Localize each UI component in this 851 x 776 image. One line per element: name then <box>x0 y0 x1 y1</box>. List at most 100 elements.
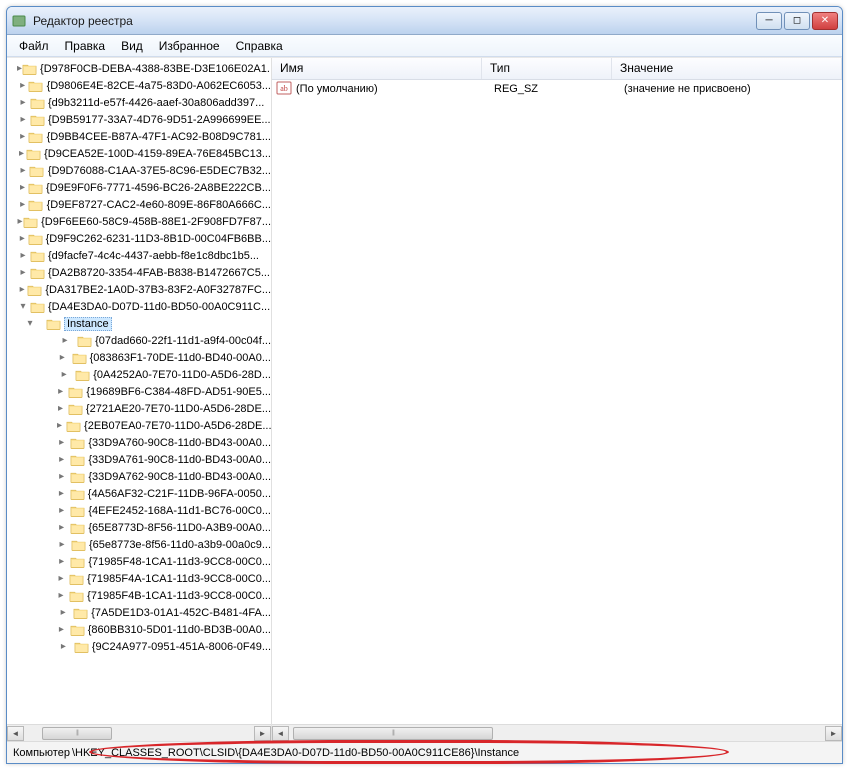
expand-icon[interactable]: ▸ <box>57 454 70 465</box>
col-name[interactable]: Имя <box>272 58 482 79</box>
tree-item[interactable]: ▸{860BB310-5D01-11d0-BD3B-00A0... <box>7 621 271 638</box>
close-button[interactable]: ✕ <box>812 12 838 30</box>
tree-item[interactable]: ▸{D9B59177-33A7-4D76-9D51-2A996699EE... <box>7 111 271 128</box>
tree-body[interactable]: ▸{D978F0CB-DEBA-4388-83BE-D3E106E02A1...… <box>7 58 271 724</box>
tree-item[interactable]: ▸{D9CEA52E-100D-4159-89EA-76E845BC13... <box>7 145 271 162</box>
expand-icon[interactable]: ▸ <box>57 403 68 414</box>
scroll-left-button[interactable]: ◄ <box>7 726 24 741</box>
minimize-button[interactable]: ─ <box>756 12 782 30</box>
scroll-thumb[interactable] <box>42 727 112 740</box>
tree-item[interactable]: ▸{65E8773D-8F56-11D0-A3B9-00A0... <box>7 519 271 536</box>
menu-help[interactable]: Справка <box>228 37 291 55</box>
tree-item[interactable]: ▸{4EFE2452-168A-11d1-BC76-00C0... <box>7 502 271 519</box>
expand-icon[interactable]: ▸ <box>57 539 71 550</box>
tree-item[interactable]: ▸{33D9A762-90C8-11d0-BD43-00A0... <box>7 468 271 485</box>
scroll-track[interactable] <box>289 726 825 741</box>
tree-item[interactable]: ▸ {07dad660-22f1-11d1-a9f4-00c04f... <box>7 332 271 349</box>
tree-item[interactable]: ▸{0A4252A0-7E70-11D0-A5D6-28D... <box>7 366 271 383</box>
expand-icon[interactable]: ▸ <box>17 148 26 159</box>
folder-icon <box>75 368 90 382</box>
scroll-right-button[interactable]: ► <box>254 726 271 741</box>
expand-icon[interactable]: ▸ <box>17 114 29 125</box>
folder-icon <box>29 113 45 127</box>
tree-item[interactable]: ▸{d9b3211d-e57f-4426-aaef-30a806add397..… <box>7 94 271 111</box>
expand-icon[interactable]: ▸ <box>17 80 28 91</box>
titlebar[interactable]: Редактор реестра ─ ◻ ✕ <box>7 7 842 35</box>
expand-icon[interactable]: ▸ <box>57 522 70 533</box>
menu-favorites[interactable]: Избранное <box>151 37 228 55</box>
expand-icon[interactable]: ▸ <box>57 641 74 652</box>
expand-icon[interactable]: ▾ <box>17 301 29 312</box>
expand-icon[interactable]: ▸ <box>57 556 70 567</box>
scroll-thumb[interactable] <box>293 727 493 740</box>
tree-item[interactable]: ▸{33D9A760-90C8-11d0-BD43-00A0... <box>7 434 271 451</box>
tree-item[interactable]: ▸{D9EF8727-CAC2-4e60-809E-86F80A666C... <box>7 196 271 213</box>
expand-icon[interactable]: ▸ <box>57 471 70 482</box>
expand-icon[interactable]: ▸ <box>57 386 68 397</box>
tree-item[interactable]: ▸{33D9A761-90C8-11d0-BD43-00A0... <box>7 451 271 468</box>
expand-icon[interactable]: ▸ <box>57 437 70 448</box>
scroll-right-button[interactable]: ► <box>825 726 842 741</box>
tree-item[interactable]: ▸{D9806E4E-82CE-4a75-83D0-A062EC6053... <box>7 77 271 94</box>
values-body[interactable]: ab(По умолчанию)REG_SZ(значение не присв… <box>272 80 842 724</box>
tree-item[interactable]: ▸{D9BB4CEE-B87A-47F1-AC92-B08D9C781... <box>7 128 271 145</box>
tree-item[interactable]: ▸{D978F0CB-DEBA-4388-83BE-D3E106E02A1... <box>7 60 271 77</box>
tree-item[interactable]: ▸{D9D76088-C1AA-37E5-8C96-E5DEC7B32... <box>7 162 271 179</box>
tree-item-selected[interactable]: ▾Instance <box>7 315 271 332</box>
tree-hscroll[interactable]: ◄ ► <box>7 724 271 741</box>
tree-item[interactable]: ▸{71985F4B-1CA1-11d3-9CC8-00C0... <box>7 587 271 604</box>
expand-icon[interactable]: ▸ <box>57 369 75 380</box>
menu-file[interactable]: Файл <box>11 37 57 55</box>
expand-icon[interactable]: ▸ <box>57 352 72 363</box>
tree-item[interactable]: ▸{19689BF6-C384-48FD-AD51-90E5... <box>7 383 271 400</box>
folder-icon <box>70 555 85 569</box>
expand-icon[interactable]: ▾ <box>19 318 45 329</box>
expand-icon[interactable]: ▸ <box>17 233 28 244</box>
folder-icon <box>29 249 45 263</box>
expand-icon[interactable]: ▸ <box>17 182 28 193</box>
tree-item[interactable]: ▸{2721AE20-7E70-11D0-A5D6-28DE... <box>7 400 271 417</box>
expand-icon[interactable]: ▸ <box>57 607 73 618</box>
tree-item-label: {083863F1-70DE-11d0-BD40-00A0... <box>90 352 271 364</box>
tree-item[interactable]: ▸{D9F9C262-6231-11D3-8B1D-00C04FB6BB... <box>7 230 271 247</box>
expand-icon[interactable]: ▸ <box>57 505 70 516</box>
expand-icon[interactable]: ▸ <box>17 97 29 108</box>
tree-item[interactable]: ▸{71985F48-1CA1-11d3-9CC8-00C0... <box>7 553 271 570</box>
expand-icon[interactable]: ▸ <box>17 165 29 176</box>
expand-icon[interactable]: ▸ <box>17 199 28 210</box>
value-row[interactable]: ab(По умолчанию)REG_SZ(значение не присв… <box>272 80 842 98</box>
tree-item[interactable]: ▸ {083863F1-70DE-11d0-BD40-00A0... <box>7 349 271 366</box>
expand-icon[interactable]: ▸ <box>17 250 29 261</box>
expand-icon[interactable]: ▸ <box>17 131 28 142</box>
tree-item[interactable]: ▸{2EB07EA0-7E70-11D0-A5D6-28DE... <box>7 417 271 434</box>
tree-item[interactable]: ▾{DA4E3DA0-D07D-11d0-BD50-00A0C911C... <box>7 298 271 315</box>
expand-icon[interactable]: ▸ <box>57 335 77 346</box>
expand-icon[interactable]: ▸ <box>57 590 69 601</box>
tree-item[interactable]: ▸{4A56AF32-C21F-11DB-96FA-0050... <box>7 485 271 502</box>
tree-item[interactable]: ▸{DA2B8720-3354-4FAB-B838-B1472667C5... <box>7 264 271 281</box>
expand-icon[interactable]: ▸ <box>57 624 70 635</box>
expand-icon[interactable]: ▸ <box>57 488 70 499</box>
tree-item[interactable]: ▸{d9facfe7-4c4c-4437-aebb-f8e1c8dbc1b5..… <box>7 247 271 264</box>
tree-item-label: {07dad660-22f1-11d1-a9f4-00c04f... <box>95 335 271 347</box>
maximize-button[interactable]: ◻ <box>784 12 810 30</box>
tree-item[interactable]: ▸{71985F4A-1CA1-11d3-9CC8-00C0... <box>7 570 271 587</box>
expand-icon[interactable]: ▸ <box>57 573 69 584</box>
tree-item-label: {9C24A977-0951-451A-8006-0F49... <box>92 641 271 653</box>
tree-item[interactable]: ▸{65e8773e-8f56-11d0-a3b9-00a0c9... <box>7 536 271 553</box>
menu-edit[interactable]: Правка <box>57 37 114 55</box>
col-value[interactable]: Значение <box>612 58 842 79</box>
tree-item[interactable]: ▸{D9F6EE60-58C9-458B-88E1-2F908FD7F87... <box>7 213 271 230</box>
scroll-track[interactable] <box>24 726 254 741</box>
tree-item[interactable]: ▸{7A5DE1D3-01A1-452C-B481-4FA... <box>7 604 271 621</box>
expand-icon[interactable]: ▸ <box>17 284 27 295</box>
col-type[interactable]: Тип <box>482 58 612 79</box>
values-hscroll[interactable]: ◄ ► <box>272 724 842 741</box>
expand-icon[interactable]: ▸ <box>17 267 29 278</box>
menu-view[interactable]: Вид <box>113 37 151 55</box>
tree-item[interactable]: ▸{DA317BE2-1A0D-37B3-83F2-A0F32787FC... <box>7 281 271 298</box>
tree-item[interactable]: ▸ {9C24A977-0951-451A-8006-0F49... <box>7 638 271 655</box>
expand-icon[interactable]: ▸ <box>57 420 66 431</box>
tree-item[interactable]: ▸{D9E9F0F6-7771-4596-BC26-2A8BE222CB... <box>7 179 271 196</box>
scroll-left-button[interactable]: ◄ <box>272 726 289 741</box>
